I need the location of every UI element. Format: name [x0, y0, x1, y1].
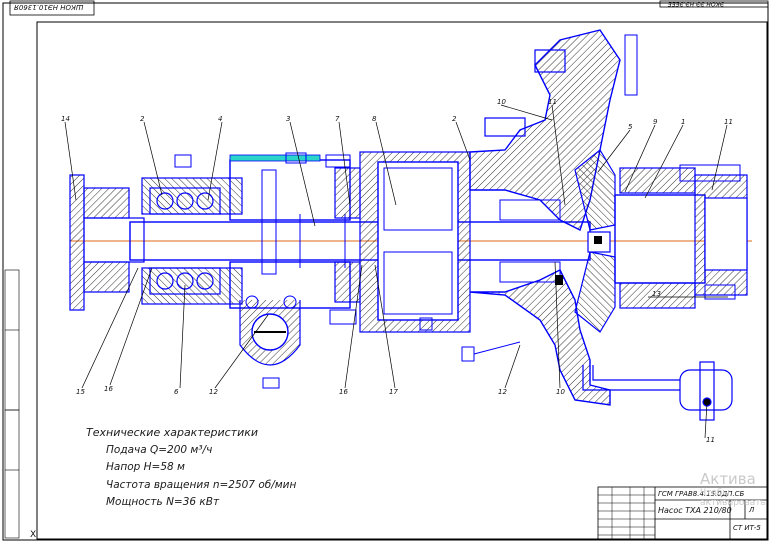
- callout-top-2: 4: [218, 115, 223, 123]
- sheet-stamp-right: ЭКОН ЭЭ НЭ.ЭЕЕЕ: [668, 0, 725, 7]
- corner-mark: X: [30, 530, 37, 540]
- technical-specifications: Технические характеристики Подача Q=200 …: [86, 424, 296, 512]
- callout-bottom-5: 17: [389, 388, 398, 396]
- bearing-housing: [141, 152, 361, 309]
- suction-branch: [614, 164, 748, 309]
- callout-bottom-right: 11: [706, 436, 715, 444]
- callout-top-0: 14: [61, 115, 70, 123]
- callout-top-12: 11: [724, 118, 733, 126]
- callout-top-4: 7: [335, 115, 340, 123]
- callout-top-7: 10: [497, 98, 506, 106]
- spec-line: Частота вращения n=2507 об/мин: [106, 478, 297, 491]
- spec-line: Подача Q=200 м³/ч: [106, 443, 213, 456]
- callout-top-9: 5: [628, 123, 633, 131]
- callout-top-11: 1: [681, 118, 686, 126]
- callout-top-5: 8: [372, 115, 377, 123]
- callout-bottom-1: 16: [104, 385, 113, 393]
- callout-top-6: 2: [452, 115, 457, 123]
- callout-right: 13: [652, 290, 661, 298]
- callout-top-3: 3: [286, 115, 291, 123]
- spec-line: Мощность N=36 кВт: [106, 496, 220, 508]
- callout-top-10: 9: [653, 118, 658, 126]
- title-block-org: СТ ИТ-5: [733, 524, 761, 532]
- callout-top-8: 11: [548, 98, 557, 106]
- callout-bottom-0: 15: [76, 388, 85, 396]
- specs-heading: Технические характеристики: [86, 426, 259, 439]
- callout-bottom-2: 6: [174, 388, 179, 396]
- sheet-stamp-left: ШКОН НЭ10.1360Я: [14, 3, 84, 11]
- activation-watermark-sub: Чтобы активировать: [700, 488, 766, 508]
- left-coupling-flange: [69, 174, 145, 311]
- callout-top-1: 2: [140, 115, 145, 123]
- callout-bottom-6: 12: [498, 388, 507, 396]
- oil-sump: [239, 295, 301, 389]
- callout-bottom-7: 10: [556, 388, 565, 396]
- callout-bottom-3: 12: [209, 388, 218, 396]
- callout-bottom-4: 16: [339, 388, 348, 396]
- activation-watermark: Актива: [700, 470, 756, 488]
- spec-line: Напор H=58 м: [106, 461, 185, 473]
